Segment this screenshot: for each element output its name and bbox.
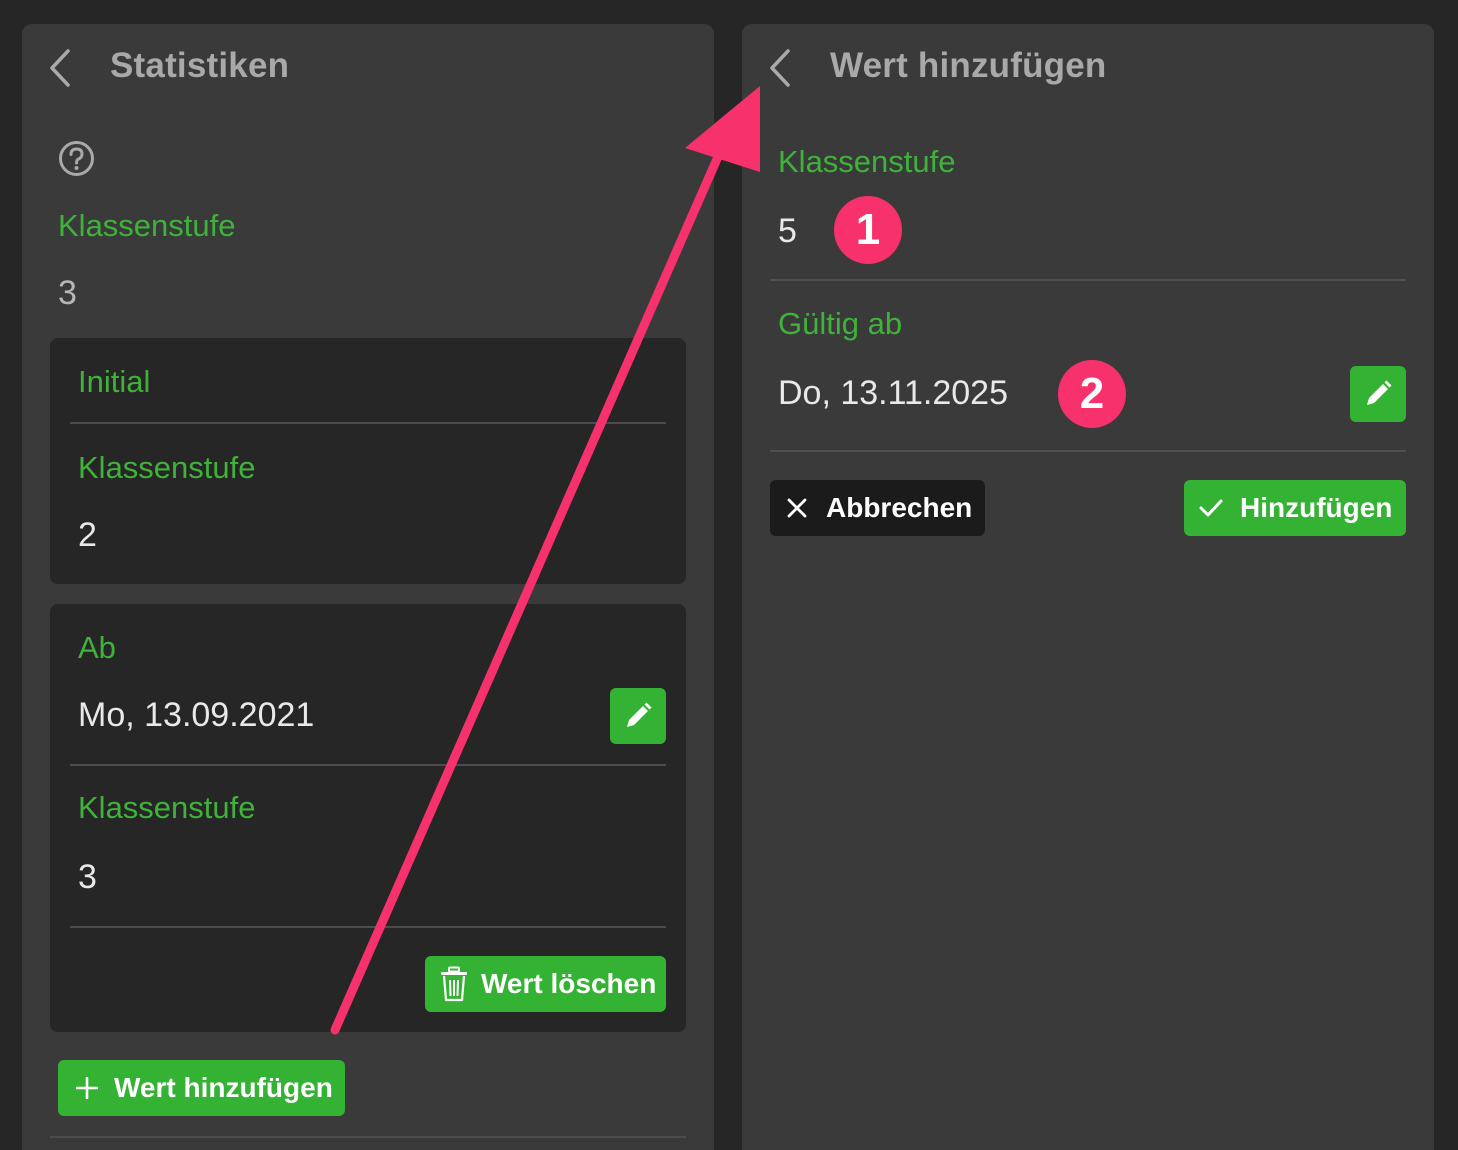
entry-date-label: Ab (78, 630, 116, 665)
chevron-left-icon[interactable] (766, 48, 796, 88)
delete-value-label: Wert löschen (481, 968, 657, 999)
statistics-header: Statistiken (22, 24, 714, 114)
check-icon (1199, 499, 1223, 517)
divider (70, 764, 666, 766)
delete-value-button[interactable]: Wert löschen (425, 956, 666, 1012)
annotation-badge-2: 2 (1058, 360, 1126, 428)
valid-from-value: Do, 13.11.2025 (778, 374, 1008, 412)
plus-icon (76, 1077, 98, 1099)
cancel-button[interactable]: Abbrechen (770, 480, 985, 536)
current-grade-value: 3 (58, 274, 77, 312)
question-circle-icon[interactable] (58, 140, 95, 177)
initial-heading: Initial (78, 364, 151, 399)
divider (770, 279, 1406, 281)
initial-grade-value: 2 (78, 516, 97, 554)
grade-value[interactable]: 5 (778, 212, 797, 251)
divider (70, 926, 666, 928)
pencil-icon (1367, 380, 1392, 405)
entry-grade-label: Klassenstufe (78, 790, 256, 825)
grade-label: Klassenstufe (778, 144, 956, 179)
entry-card: Ab Mo, 13.09.2021 Klassenstufe 3 Wert lö… (50, 604, 686, 1032)
trash-icon (441, 966, 467, 1002)
divider (770, 450, 1406, 452)
entry-date-value: Mo, 13.09.2021 (78, 696, 315, 734)
entry-grade-value: 3 (78, 858, 97, 896)
confirm-add-label: Hinzufügen (1240, 492, 1393, 523)
add-value-label: Wert hinzufügen (114, 1072, 333, 1103)
valid-from-label: Gültig ab (778, 306, 903, 341)
chevron-left-icon[interactable] (46, 48, 76, 88)
annotation-badge-1: 1 (834, 196, 902, 264)
initial-grade-label: Klassenstufe (78, 450, 256, 485)
statistics-panel: Statistiken Klassenstufe 3 Initial Klass… (22, 24, 714, 1150)
pencil-icon (627, 702, 652, 727)
initial-card: Initial Klassenstufe 2 (50, 338, 686, 584)
divider (50, 1136, 686, 1138)
confirm-add-button[interactable]: Hinzufügen (1184, 480, 1406, 536)
add-value-button[interactable]: Wert hinzufügen (58, 1060, 345, 1116)
add-value-header: Wert hinzufügen (742, 24, 1434, 114)
page-title: Statistiken (110, 46, 290, 85)
cancel-label: Abbrechen (826, 492, 973, 523)
current-grade-label: Klassenstufe (58, 208, 236, 243)
divider (70, 422, 666, 424)
x-icon (787, 498, 807, 518)
edit-date-button[interactable] (1350, 366, 1406, 422)
edit-date-button[interactable] (610, 688, 666, 744)
add-value-panel: Wert hinzufügen Klassenstufe 5 Gültig ab… (742, 24, 1434, 1150)
page-title: Wert hinzufügen (830, 46, 1107, 85)
